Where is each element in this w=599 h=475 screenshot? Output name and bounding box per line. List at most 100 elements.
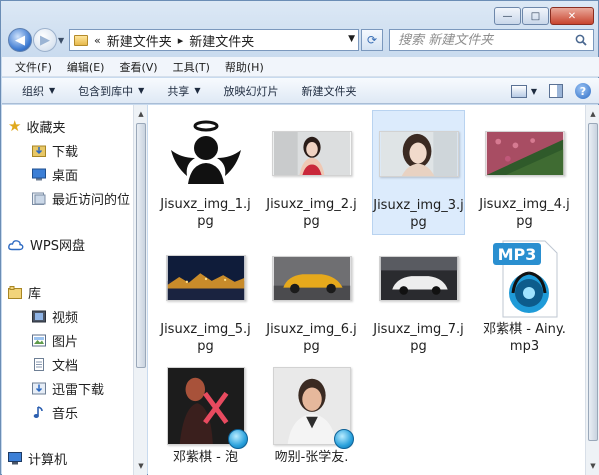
file-name: Jisuxz_img_5.jpg xyxy=(160,322,251,354)
breadcrumb-item-parent[interactable]: 新建文件夹 xyxy=(107,31,172,50)
sidebar-item-computer[interactable]: 计算机 xyxy=(8,449,67,468)
refresh-button[interactable]: ⟳ xyxy=(361,29,383,51)
sidebar-item-music[interactable]: 音乐 xyxy=(32,403,78,422)
file-item[interactable]: MP3 邓紫棋 - Ainy.mp3 xyxy=(478,235,571,360)
file-item[interactable]: Jisuxz_img_2.jpg xyxy=(265,110,358,235)
scrollbar-thumb[interactable] xyxy=(136,123,146,368)
file-item[interactable]: Jisuxz_img_5.jpg xyxy=(159,235,252,360)
organize-button[interactable]: 组织 ▼ xyxy=(22,83,55,99)
scrollbar-thumb[interactable] xyxy=(588,123,598,441)
maximize-button[interactable]: □ xyxy=(522,7,549,25)
sidebar-item-downloads[interactable]: 下载 xyxy=(32,141,78,160)
view-options-chevron-down-icon[interactable]: ▼ xyxy=(531,87,537,96)
sidebar-item-libraries[interactable]: 库 xyxy=(8,283,41,302)
woman-portrait-thumbnail xyxy=(378,131,459,177)
mp3-file-icon: MP3 xyxy=(492,240,557,318)
search-input[interactable] xyxy=(398,32,563,48)
recent-pages-chevron-down-icon[interactable]: ▼ xyxy=(58,36,64,45)
file-item[interactable]: 邓紫棋 - 泡 xyxy=(159,363,252,475)
file-item[interactable]: 吻别-张学友. xyxy=(265,363,358,475)
file-name: Jisuxz_img_4.jpg xyxy=(479,197,570,229)
sidebar-item-recent[interactable]: 最近访问的位 xyxy=(32,189,130,208)
thunder-download-icon xyxy=(32,382,46,395)
navigation-pane: ★ 收藏夹 下载 桌面 最近访问的位 WPS网盘 库 视频 图片 文档 迅雷下载… xyxy=(2,105,133,475)
navigation-scrollbar[interactable]: ▲ ▼ xyxy=(133,105,147,475)
menu-edit[interactable]: 编辑(E) xyxy=(67,59,105,75)
file-name: 邓紫棋 - Ainy.mp3 xyxy=(483,322,566,354)
menu-file[interactable]: 文件(F) xyxy=(15,59,52,75)
file-item[interactable]: Jisuxz_img_6.jpg xyxy=(265,235,358,360)
file-name: Jisuxz_img_2.jpg xyxy=(266,197,357,229)
file-name: Jisuxz_img_7.jpg xyxy=(373,322,464,354)
thumbnail-wrap xyxy=(164,365,248,449)
thumbnail-wrap xyxy=(164,112,248,194)
share-label: 共享 xyxy=(167,84,190,98)
library-icon xyxy=(8,286,22,299)
thumbnail-wrap xyxy=(377,237,461,319)
file-item[interactable]: Jisuxz_img_4.jpg xyxy=(478,110,571,235)
minimize-button[interactable]: — xyxy=(494,7,521,25)
back-button[interactable]: ◀ xyxy=(8,28,32,52)
scroll-up-arrow-icon[interactable]: ▲ xyxy=(135,107,147,121)
sidebar-item-documents[interactable]: 文档 xyxy=(32,355,78,374)
chevron-down-icon: ▼ xyxy=(138,86,145,95)
recent-places-icon xyxy=(32,192,46,205)
close-button[interactable]: ✕ xyxy=(550,7,594,25)
file-list-scrollbar[interactable]: ▲ ▼ xyxy=(585,105,599,475)
scroll-up-arrow-icon[interactable]: ▲ xyxy=(587,107,599,121)
night-city-thumbnail xyxy=(165,255,246,301)
slideshow-button[interactable]: 放映幻灯片 xyxy=(223,83,278,99)
sidebar-item-label: 图片 xyxy=(52,335,79,350)
share-button[interactable]: 共享 ▼ xyxy=(167,83,200,99)
sidebar-item-favorites[interactable]: ★ 收藏夹 xyxy=(8,117,66,137)
sidebar-item-label: 计算机 xyxy=(28,453,68,468)
scroll-down-arrow-icon[interactable]: ▼ xyxy=(135,459,147,473)
sidebar-item-label: 收藏夹 xyxy=(26,121,66,136)
sidebar-item-thunder[interactable]: 迅雷下载 xyxy=(32,379,104,398)
chevron-down-icon: ▼ xyxy=(49,86,56,95)
breadcrumb-separator-icon[interactable]: ▸ xyxy=(178,34,184,47)
sidebar-item-desktop[interactable]: 桌面 xyxy=(32,165,78,184)
sidebar-item-wps[interactable]: WPS网盘 xyxy=(8,235,85,254)
scroll-down-arrow-icon[interactable]: ▼ xyxy=(587,459,599,473)
help-icon[interactable]: ? xyxy=(575,83,591,99)
desktop-icon xyxy=(32,168,46,181)
navigation-row: ◀ ▶ ▼ « 新建文件夹 ▸ 新建文件夹 ▼ ⟳ xyxy=(1,27,599,55)
include-in-library-button[interactable]: 包含到库中 ▼ xyxy=(78,83,144,99)
forward-button[interactable]: ▶ xyxy=(33,28,57,52)
menu-help[interactable]: 帮助(H) xyxy=(225,59,264,75)
sidebar-item-label: 库 xyxy=(28,287,42,302)
sidebar-item-label: 桌面 xyxy=(52,169,79,184)
angel-avatar-thumbnail xyxy=(166,114,245,192)
video-icon xyxy=(32,310,46,323)
mp3-badge-label: MP3 xyxy=(497,245,536,264)
menu-tools[interactable]: 工具(T) xyxy=(173,59,210,75)
change-view-icon[interactable] xyxy=(510,84,527,98)
menu-view[interactable]: 查看(V) xyxy=(119,59,157,75)
chevron-down-icon: ▼ xyxy=(194,86,201,95)
address-history-chevron-down-icon[interactable]: ▼ xyxy=(348,34,355,44)
breadcrumb-item-current[interactable]: 新建文件夹 xyxy=(189,31,254,50)
new-folder-button[interactable]: 新建文件夹 xyxy=(301,83,356,99)
cloud-icon xyxy=(8,240,24,251)
caption-buttons: — □ ✕ xyxy=(494,7,594,25)
search-box xyxy=(389,29,594,51)
computer-icon xyxy=(8,452,22,465)
thumbnail-wrap xyxy=(483,112,567,194)
document-icon xyxy=(34,358,44,371)
file-item-selected[interactable]: Jisuxz_img_3.jpg xyxy=(372,110,465,235)
file-pane: Jisuxz_img_1.jpg Jisuxz_img_2.jpg Jisuxz… xyxy=(148,105,585,475)
file-item[interactable]: Jisuxz_img_7.jpg xyxy=(372,235,465,360)
file-name: Jisuxz_img_1.jpg xyxy=(160,197,251,229)
address-bar[interactable]: « 新建文件夹 ▸ 新建文件夹 ▼ xyxy=(69,29,359,51)
new-folder-label: 新建文件夹 xyxy=(301,84,357,98)
sidebar-item-pictures[interactable]: 图片 xyxy=(32,331,78,350)
file-item[interactable]: Jisuxz_img_1.jpg xyxy=(159,110,252,235)
thumbnail-wrap xyxy=(377,113,461,195)
search-icon[interactable] xyxy=(575,34,587,46)
sidebar-item-label: 下载 xyxy=(52,145,79,160)
flower-field-thumbnail xyxy=(484,130,565,176)
sidebar-item-videos[interactable]: 视频 xyxy=(32,307,78,326)
preview-pane-icon[interactable] xyxy=(549,84,563,98)
breadcrumb-overflow[interactable]: « xyxy=(94,34,101,47)
